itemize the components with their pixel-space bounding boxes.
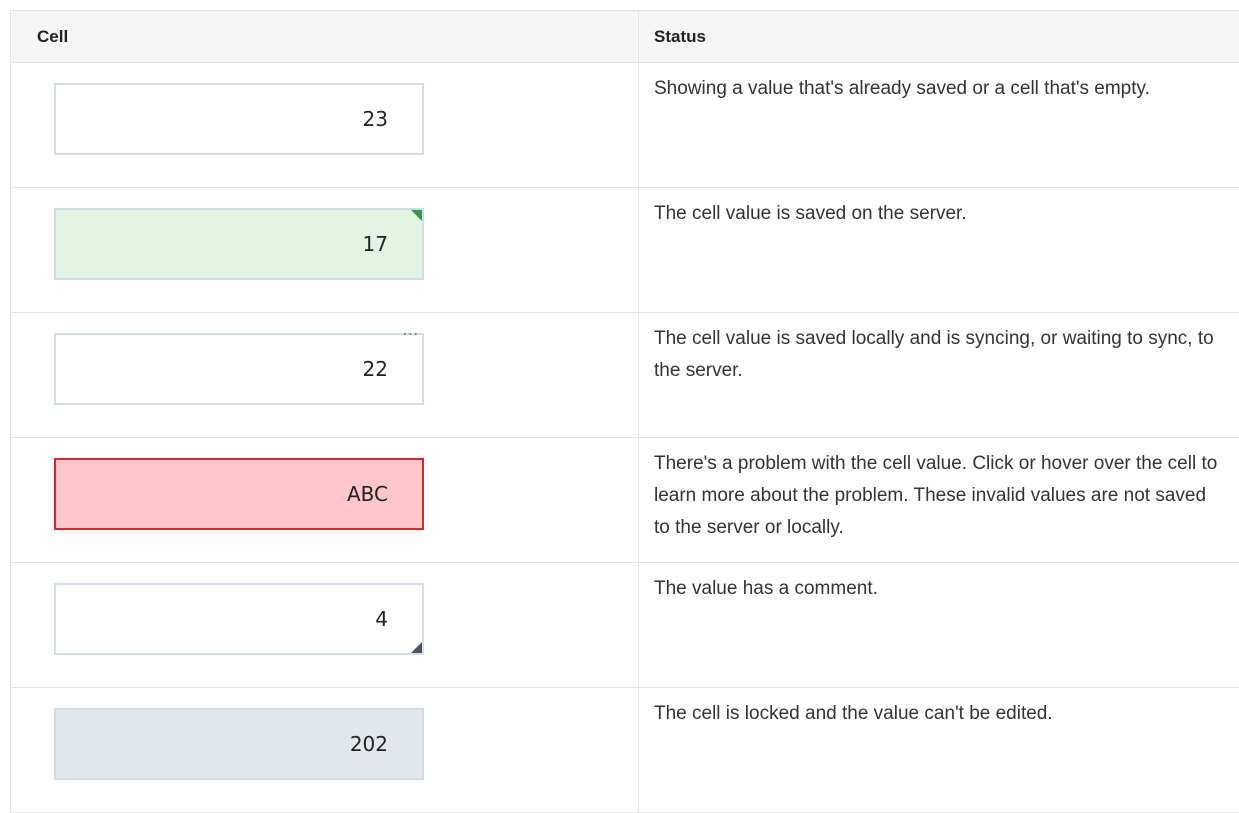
commented-cell-example[interactable]: 4 [54, 583, 424, 655]
cell-status-table: Cell Status 23 Showing a value that's al… [10, 10, 1239, 813]
cell-value: ABC [347, 482, 388, 506]
header-status: Status [639, 11, 1239, 63]
cell-value: 4 [375, 607, 388, 631]
table-row: 202 The cell is locked and the value can… [11, 688, 1239, 813]
cell-example-column: 4 [11, 563, 639, 688]
table-row: 23 Showing a value that's already saved … [11, 63, 1239, 188]
table-row: 4 The value has a comment. [11, 563, 1239, 688]
table-row: 17 The cell value is saved on the server… [11, 188, 1239, 313]
cell-value: 17 [363, 232, 388, 256]
status-description: The cell is locked and the value can't b… [639, 688, 1239, 813]
cell-example-column: 202 [11, 688, 639, 813]
table-header-row: Cell Status [11, 11, 1239, 63]
table-row: ABC There's a problem with the cell valu… [11, 438, 1239, 563]
status-description: The value has a comment. [639, 563, 1239, 688]
cell-example-column: 17 [11, 188, 639, 313]
cell-value: 22 [363, 357, 388, 381]
syncing-cell-example[interactable]: 22 ... [54, 333, 424, 405]
header-cell: Cell [11, 11, 639, 63]
status-description: The cell value is saved locally and is s… [639, 313, 1239, 438]
cell-value: 202 [350, 732, 388, 756]
saved-cell-example[interactable]: 17 [54, 208, 424, 280]
status-description: There's a problem with the cell value. C… [639, 438, 1239, 563]
table-row: 22 ... The cell value is saved locally a… [11, 313, 1239, 438]
locked-cell-example: 202 [54, 708, 424, 780]
cell-status-table-container: Cell Status 23 Showing a value that's al… [10, 10, 1239, 813]
status-description: Showing a value that's already saved or … [639, 63, 1239, 188]
invalid-cell-example[interactable]: ABC [54, 458, 424, 530]
cell-example-column: 22 ... [11, 313, 639, 438]
cell-example-column: ABC [11, 438, 639, 563]
ellipsis-icon: ... [403, 311, 419, 351]
status-description: The cell value is saved on the server. [639, 188, 1239, 313]
cell-example-column: 23 [11, 63, 639, 188]
default-cell-example[interactable]: 23 [54, 83, 424, 155]
saved-flag-icon [411, 210, 422, 221]
comment-flag-icon [411, 642, 422, 653]
cell-value: 23 [363, 107, 388, 131]
